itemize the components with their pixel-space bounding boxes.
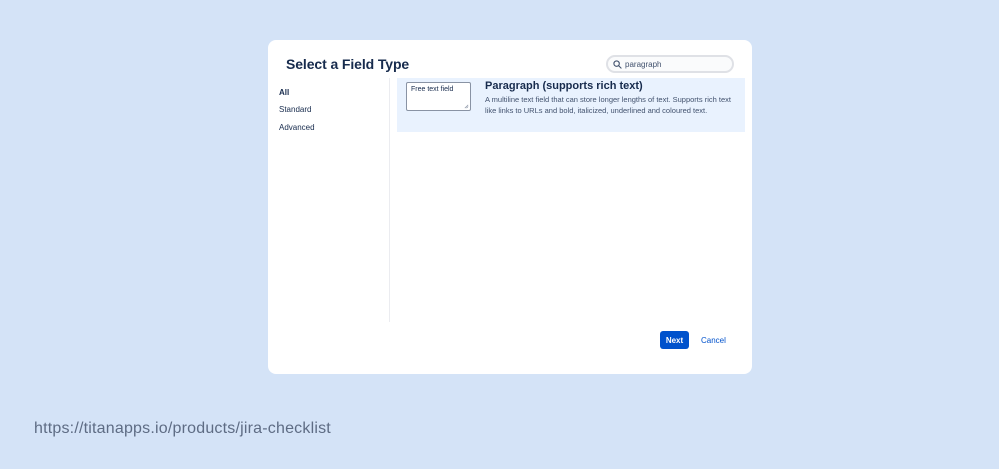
search-icon	[613, 59, 622, 69]
select-field-type-dialog: Select a Field Type All Standard Advance…	[268, 40, 752, 374]
field-preview-textarea: Free text field	[406, 82, 471, 111]
field-type-results: Free text field Paragraph (supports rich…	[397, 78, 745, 322]
cancel-button[interactable]: Cancel	[701, 336, 726, 345]
sidebar-item-all[interactable]: All	[279, 88, 289, 97]
footer-url: https://titanapps.io/products/jira-check…	[34, 420, 331, 437]
search-box[interactable]	[606, 55, 734, 73]
sidebar-item-standard[interactable]: Standard	[279, 105, 311, 114]
resize-handle-icon	[464, 104, 469, 109]
field-type-option-paragraph[interactable]: Free text field Paragraph (supports rich…	[397, 78, 745, 132]
preview-text: Free text field	[411, 86, 454, 93]
field-type-description: A multiline text field that can store lo…	[485, 95, 731, 115]
field-type-title: Paragraph (supports rich text)	[485, 80, 643, 92]
dialog-title: Select a Field Type	[286, 56, 410, 72]
sidebar-item-advanced[interactable]: Advanced	[279, 123, 315, 132]
next-button[interactable]: Next	[660, 331, 689, 349]
search-input[interactable]	[625, 59, 725, 69]
category-sidebar: All Standard Advanced	[268, 78, 390, 322]
